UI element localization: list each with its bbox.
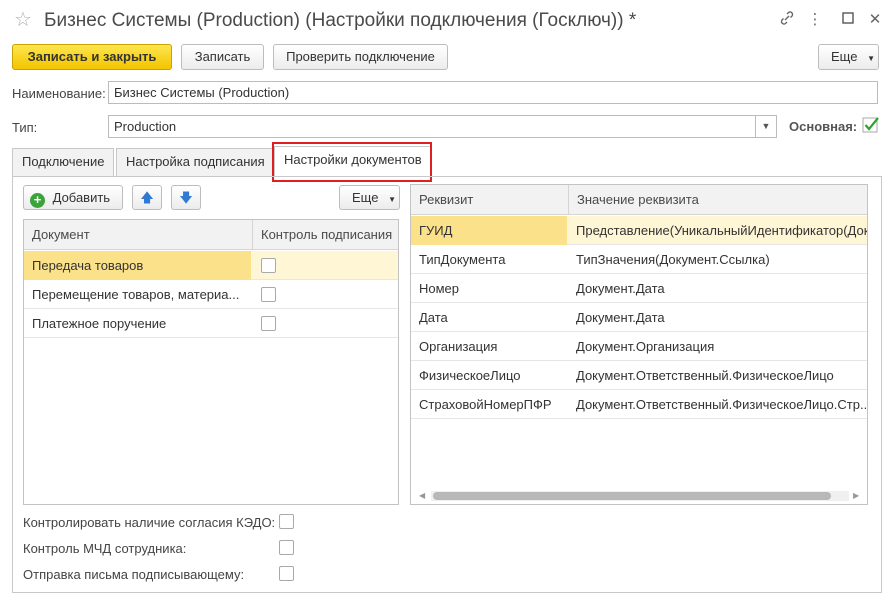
option-kedo-consent-checkbox[interactable]	[279, 514, 294, 529]
table-row[interactable]: Дата Документ.Дата	[411, 303, 867, 332]
document-cell: Платежное поручение	[32, 316, 167, 331]
column-requisite-value[interactable]: Значение реквизита	[568, 185, 867, 215]
requisite-value-cell: ТипЗначения(Документ.Ссылка)	[576, 252, 770, 267]
chevron-down-icon: ▼	[867, 54, 875, 63]
requisite-cell: ТипДокумента	[419, 252, 506, 267]
requisite-value-cell: Документ.Ответственный.ФизическоеЛицо.Ст…	[576, 397, 868, 412]
table-row[interactable]: Номер Документ.Дата	[411, 274, 867, 303]
name-label: Наименование:	[12, 86, 106, 101]
sign-control-checkbox[interactable]	[261, 316, 276, 331]
requisites-table-header: Реквизит Значение реквизита	[411, 185, 867, 215]
table-row[interactable]: Передача товаров	[24, 251, 398, 280]
type-label: Тип:	[12, 120, 38, 135]
requisite-value-cell: Документ.Организация	[576, 339, 715, 354]
chevron-down-icon: ▼	[761, 121, 771, 131]
link-icon[interactable]	[777, 10, 797, 30]
requisite-cell: ГУИД	[411, 216, 567, 245]
option-send-letter-label: Отправка письма подписывающему:	[23, 567, 245, 582]
table-row[interactable]: ГУИД Представление(УникальныйИдентификат…	[411, 216, 868, 245]
requisite-value-cell: Представление(УникальныйИдентификатор(До…	[576, 223, 868, 238]
scroll-left-icon[interactable]: ◀	[419, 491, 425, 500]
scrollbar-thumb[interactable]	[433, 492, 831, 500]
requisite-cell: Номер	[419, 281, 460, 296]
option-send-letter-checkbox[interactable]	[279, 566, 294, 581]
document-cell: Перемещение товаров, материа...	[32, 287, 240, 302]
docs-more-button[interactable]: Еще ▼	[339, 185, 400, 210]
requisite-value-cell: Документ.Дата	[576, 310, 665, 325]
tab-signing-settings[interactable]: Настройка подписания	[116, 148, 275, 176]
check-connection-button[interactable]: Проверить подключение	[273, 44, 448, 70]
checkmark-icon	[862, 117, 879, 133]
more-menu-icon[interactable]: ⋮	[805, 10, 825, 30]
window-title: Бизнес Системы (Production) (Настройки п…	[44, 10, 637, 31]
move-down-button[interactable]: 🡇	[171, 185, 201, 210]
horizontal-scrollbar[interactable]	[431, 491, 849, 501]
move-up-button[interactable]: 🡅	[132, 185, 162, 210]
documents-table: Документ Контроль подписания Передача то…	[23, 219, 399, 505]
documents-table-header: Документ Контроль подписания	[24, 220, 398, 250]
save-and-close-button[interactable]: Записать и закрыть	[12, 44, 172, 70]
requisite-cell: СтраховойНомерПФР	[419, 397, 552, 412]
add-label: Добавить	[52, 190, 111, 205]
requisite-value-cell: Документ.Ответственный.ФизическоеЛицо	[576, 368, 834, 383]
requisites-table: Реквизит Значение реквизита ГУИД Предста…	[410, 184, 868, 505]
column-sign-control[interactable]: Контроль подписания	[252, 220, 398, 250]
requisite-value-cell: Документ.Дата	[576, 281, 665, 296]
type-dropdown-button[interactable]: ▼	[756, 115, 777, 138]
sign-control-checkbox[interactable]	[261, 287, 276, 302]
column-requisite[interactable]: Реквизит	[411, 185, 568, 215]
main-label: Основная:	[789, 119, 858, 134]
table-row[interactable]: Перемещение товаров, материа...	[24, 280, 398, 309]
add-button[interactable]: + Добавить	[23, 185, 123, 210]
save-button[interactable]: Записать	[181, 44, 264, 70]
favorite-star-icon[interactable]: ☆	[14, 9, 32, 31]
table-row[interactable]: Организация Документ.Организация	[411, 332, 867, 361]
more-label: Еще	[831, 49, 858, 64]
table-row[interactable]: СтраховойНомерПФР Документ.Ответственный…	[411, 390, 868, 419]
column-document[interactable]: Документ	[24, 220, 252, 250]
requisite-cell: Организация	[419, 339, 498, 354]
arrow-down-icon: 🡇	[179, 190, 193, 205]
arrow-up-icon: 🡅	[140, 190, 154, 205]
sign-control-checkbox[interactable]	[261, 258, 276, 273]
tab-connection[interactable]: Подключение	[12, 148, 115, 176]
requisite-cell: Дата	[419, 310, 448, 325]
option-mchd-checkbox[interactable]	[279, 540, 294, 555]
add-icon: +	[30, 193, 45, 208]
option-kedo-consent-label: Контролировать наличие согласия КЭДО:	[23, 515, 276, 530]
table-row[interactable]: Платежное поручение	[24, 309, 398, 338]
main-checkbox[interactable]	[862, 116, 880, 134]
document-cell: Передача товаров	[24, 251, 251, 280]
chevron-down-icon: ▼	[388, 195, 396, 204]
close-icon[interactable]: ✕	[865, 10, 885, 30]
name-field[interactable]: Бизнес Системы (Production)	[108, 81, 878, 104]
docs-more-label: Еще	[352, 190, 379, 205]
more-button[interactable]: Еще ▼	[818, 44, 879, 70]
table-row[interactable]: ФизическоеЛицо Документ.Ответственный.Фи…	[411, 361, 867, 390]
maximize-icon[interactable]	[838, 10, 858, 30]
scroll-right-icon[interactable]: ▶	[853, 491, 859, 500]
requisite-cell: ФизическоеЛицо	[419, 368, 521, 383]
option-mchd-label: Контроль МЧД сотрудника:	[23, 541, 187, 556]
type-field[interactable]: Production	[108, 115, 756, 138]
table-row[interactable]: ТипДокумента ТипЗначения(Документ.Ссылка…	[411, 245, 867, 274]
